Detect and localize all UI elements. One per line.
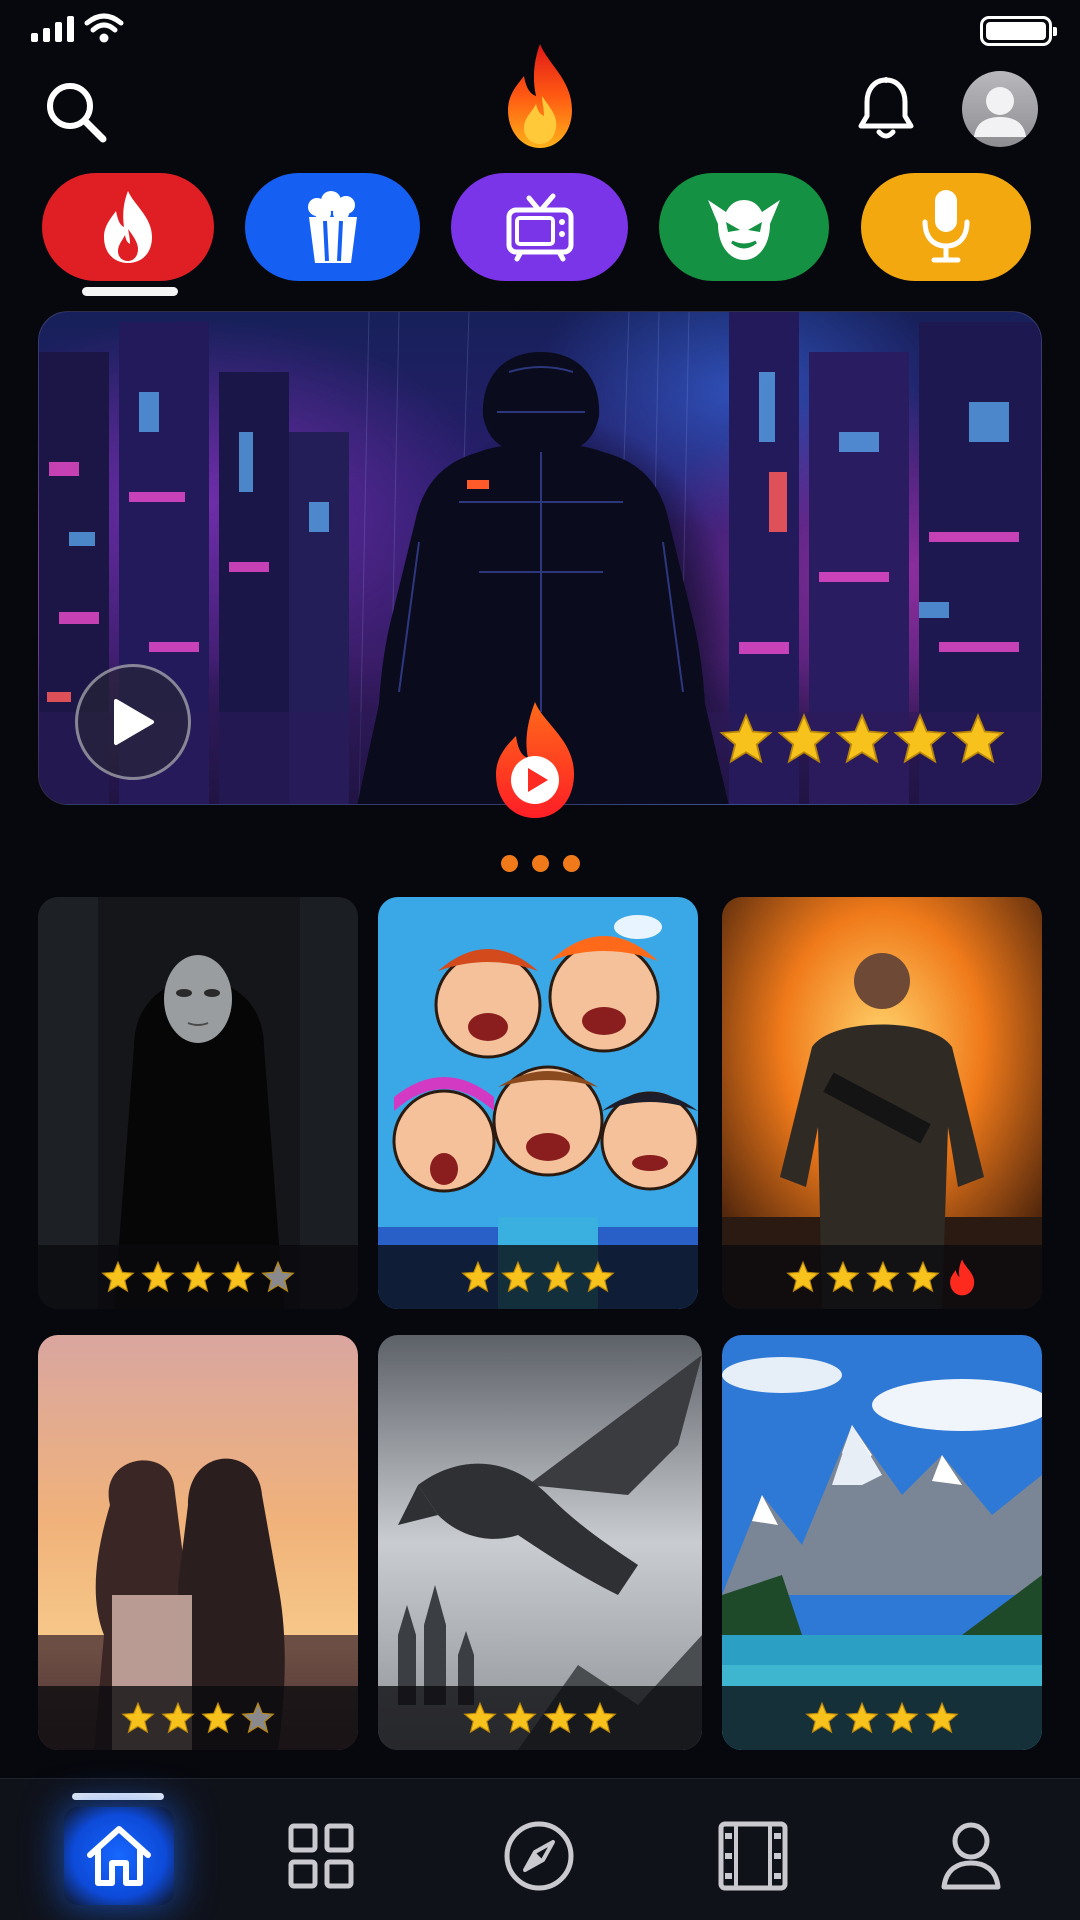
star-filled-icon	[835, 713, 889, 764]
star-filled-icon	[581, 1260, 615, 1293]
content-card[interactable]	[38, 897, 358, 1309]
star-filled-icon	[925, 1701, 959, 1734]
tv-icon	[506, 193, 573, 262]
star-filled-icon	[826, 1260, 860, 1293]
category-bar	[0, 173, 1080, 296]
star-filled-icon	[141, 1260, 175, 1293]
category-music[interactable]	[861, 173, 1031, 281]
home-icon	[87, 1826, 151, 1886]
star-filled-icon	[161, 1701, 195, 1734]
category-movies[interactable]	[245, 173, 420, 281]
search-icon	[47, 83, 107, 143]
star-filled-icon	[583, 1701, 617, 1734]
cellular-signal-icon	[31, 16, 74, 42]
content-card[interactable]	[722, 1335, 1042, 1750]
bottom-navigation	[0, 1778, 1080, 1920]
star-filled-icon	[885, 1701, 919, 1734]
star-empty-icon	[261, 1260, 295, 1293]
hero-rating	[719, 712, 1005, 766]
app-logo	[496, 40, 584, 152]
card-rating	[722, 1245, 1042, 1309]
star-filled-icon	[543, 1701, 577, 1734]
star-filled-icon	[951, 713, 1005, 764]
card-rating	[38, 1686, 358, 1750]
wifi-icon	[84, 13, 124, 43]
flame-play-icon	[496, 702, 574, 818]
star-filled-icon	[101, 1260, 135, 1293]
nav-profile[interactable]	[916, 1807, 1026, 1905]
nav-home[interactable]	[64, 1807, 174, 1905]
star-filled-icon	[786, 1260, 820, 1293]
flame-play-badge[interactable]	[488, 700, 582, 820]
search-button[interactable]	[40, 76, 112, 148]
avatar-icon	[974, 87, 1026, 137]
pager-dot[interactable]	[562, 855, 580, 872]
film-icon	[718, 1821, 788, 1891]
star-filled-icon	[501, 1260, 535, 1293]
star-filled-icon	[805, 1701, 839, 1734]
profile-avatar-button[interactable]	[962, 71, 1038, 147]
active-category-indicator	[82, 287, 178, 296]
star-filled-icon	[463, 1701, 497, 1734]
star-filled-icon	[541, 1260, 575, 1293]
pager-dot[interactable]	[500, 855, 518, 872]
grid-icon	[288, 1823, 354, 1889]
flame-logo-icon	[508, 44, 572, 148]
star-filled-icon	[906, 1260, 940, 1293]
star-filled-icon	[893, 713, 947, 764]
pager-dot[interactable]	[531, 855, 549, 872]
flame-icon	[949, 1258, 975, 1296]
content-card[interactable]	[378, 1335, 702, 1750]
star-filled-icon	[461, 1260, 495, 1293]
card-rating	[378, 1686, 702, 1750]
compass-icon	[504, 1821, 574, 1891]
carousel-pager	[0, 855, 1080, 872]
content-card[interactable]	[378, 897, 698, 1309]
content-card[interactable]	[722, 897, 1042, 1309]
star-filled-icon	[866, 1260, 900, 1293]
monster-mask-icon	[708, 200, 780, 260]
category-hot[interactable]	[42, 173, 214, 281]
active-tab-indicator	[72, 1793, 164, 1800]
star-filled-icon	[221, 1260, 255, 1293]
nav-explore[interactable]	[484, 1807, 594, 1905]
hero-play-button[interactable]	[75, 664, 191, 780]
bell-icon	[858, 77, 914, 139]
star-empty-icon	[241, 1701, 275, 1734]
category-horror[interactable]	[659, 173, 829, 281]
battery-icon	[980, 16, 1057, 46]
star-filled-icon	[181, 1260, 215, 1293]
category-tv[interactable]	[451, 173, 628, 281]
card-rating	[378, 1245, 698, 1309]
notifications-button[interactable]	[850, 72, 922, 144]
star-filled-icon	[201, 1701, 235, 1734]
nav-movies[interactable]	[698, 1807, 808, 1905]
flame-icon	[104, 191, 152, 263]
microphone-icon	[922, 190, 970, 263]
star-filled-icon	[503, 1701, 537, 1734]
star-filled-icon	[845, 1701, 879, 1734]
popcorn-icon	[307, 191, 357, 263]
card-rating	[38, 1245, 358, 1309]
nav-categories[interactable]	[266, 1807, 376, 1905]
card-rating	[722, 1686, 1042, 1750]
profile-icon	[941, 1822, 1001, 1890]
content-card[interactable]	[38, 1335, 358, 1750]
star-filled-icon	[121, 1701, 155, 1734]
play-icon	[114, 699, 154, 745]
star-filled-icon	[719, 713, 773, 764]
star-filled-icon	[777, 713, 831, 764]
